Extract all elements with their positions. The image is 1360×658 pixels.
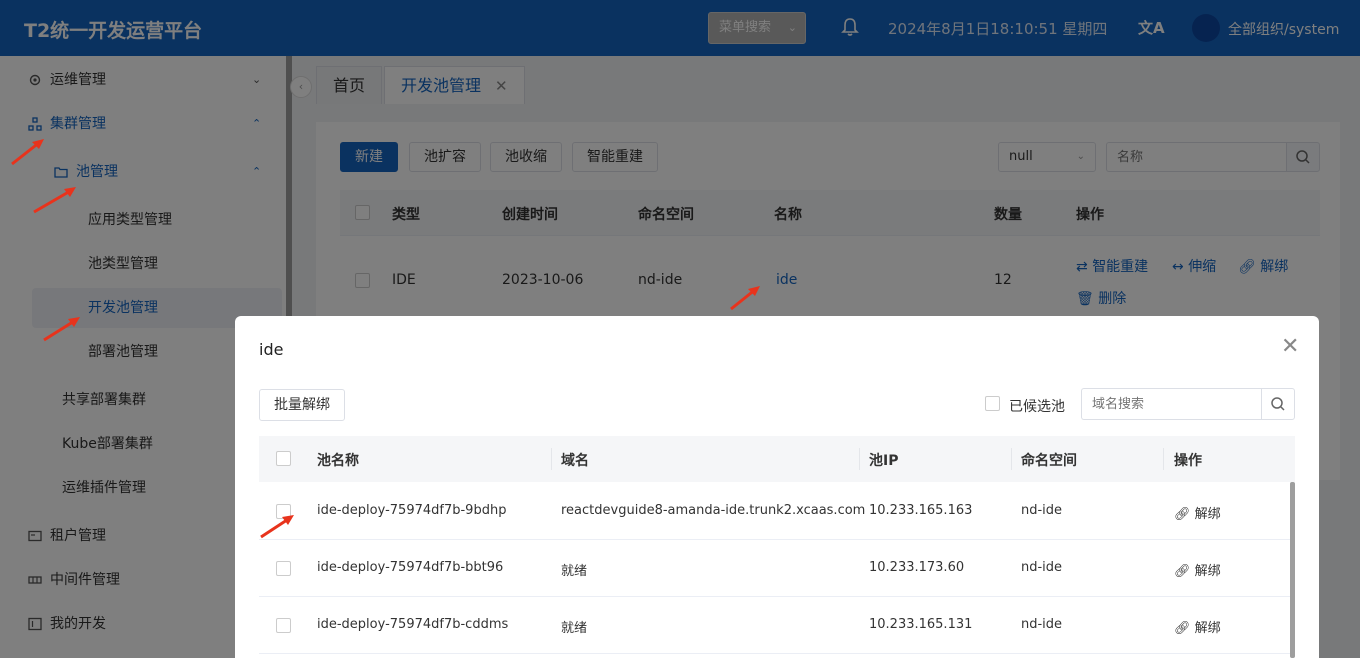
annotation-arrow-icon <box>11 139 44 166</box>
modal-title: ide <box>259 340 284 359</box>
column-divider <box>859 448 860 470</box>
row-checkbox[interactable] <box>276 561 291 576</box>
link-icon: 🔗︎ <box>1174 621 1191 636</box>
link-icon: 🔗︎ <box>1174 564 1191 579</box>
annotation-arrow-icon <box>260 515 294 539</box>
select-all-checkbox[interactable] <box>276 451 291 466</box>
unbind-action-label: 解绑 <box>1194 621 1221 636</box>
annotation-arrow-icon <box>43 317 80 342</box>
modal-table-header: 池名称 域名 池IP 命名空间 操作 <box>259 436 1295 482</box>
column-header: 域名 <box>561 453 589 469</box>
pool-name-link[interactable]: ide-deploy-75974df7b-bbt96 <box>317 560 503 575</box>
row-domain: reactdevguide8-amanda-ide.trunk2.xcaas.c… <box>561 503 866 518</box>
domain-search-button[interactable] <box>1261 388 1295 420</box>
pool-name-link[interactable]: ide-deploy-75974df7b-9bdhp <box>317 503 506 518</box>
pool-name-link[interactable]: ide-deploy-75974df7b-cddms <box>317 617 508 632</box>
unbind-action[interactable]: 🔗︎ 解绑 <box>1174 503 1221 522</box>
table-row: ide-deploy-75974df7b-bbt96 就绪 10.233.173… <box>259 540 1295 597</box>
link-icon: 🔗︎ <box>1174 507 1191 522</box>
row-namespace: nd-ide <box>1021 560 1063 575</box>
close-icon[interactable]: ✕ <box>1281 334 1299 359</box>
row-namespace: nd-ide <box>1021 503 1063 518</box>
row-ip: 10.233.165.131 <box>869 617 973 632</box>
unbind-action[interactable]: 🔗︎ 解绑 <box>1174 560 1221 579</box>
annotation-arrow-icon <box>33 187 76 214</box>
unbind-action-label: 解绑 <box>1194 564 1221 579</box>
domain-search-input[interactable] <box>1081 388 1261 420</box>
row-ip: 10.233.165.163 <box>869 503 973 518</box>
column-header: 池名称 <box>317 453 359 469</box>
row-checkbox[interactable] <box>276 618 291 633</box>
candidate-pool-label: 已候选池 <box>1009 399 1065 415</box>
row-namespace: nd-ide <box>1021 617 1063 632</box>
row-ip: 10.233.173.60 <box>869 560 965 575</box>
column-header: 操作 <box>1174 453 1202 469</box>
candidate-pool-checkbox[interactable] <box>985 396 1000 411</box>
table-row: ide-deploy-75974df7b-cddms 就绪 10.233.165… <box>259 597 1295 654</box>
column-header: 命名空间 <box>1021 453 1077 469</box>
modal-scrollbar[interactable] <box>1290 482 1295 658</box>
column-divider <box>1011 448 1012 470</box>
column-header: 池IP <box>869 453 899 469</box>
unbind-action[interactable]: 🔗︎ 解绑 <box>1174 617 1221 636</box>
pool-detail-modal: ide ✕ 批量解绑 已候选池 池名称 域名 池IP 命名空间 操作 ide-d… <box>235 316 1319 658</box>
row-domain: 就绪 <box>561 564 588 579</box>
batch-unbind-button[interactable]: 批量解绑 <box>259 389 345 421</box>
annotation-arrow-icon <box>730 286 760 311</box>
row-domain: 就绪 <box>561 621 588 636</box>
table-row: ide-deploy-75974df7b-9bdhp reactdevguide… <box>259 483 1295 540</box>
unbind-action-label: 解绑 <box>1194 507 1221 522</box>
column-divider <box>1163 448 1164 470</box>
search-icon <box>1271 397 1285 411</box>
column-divider <box>551 448 552 470</box>
